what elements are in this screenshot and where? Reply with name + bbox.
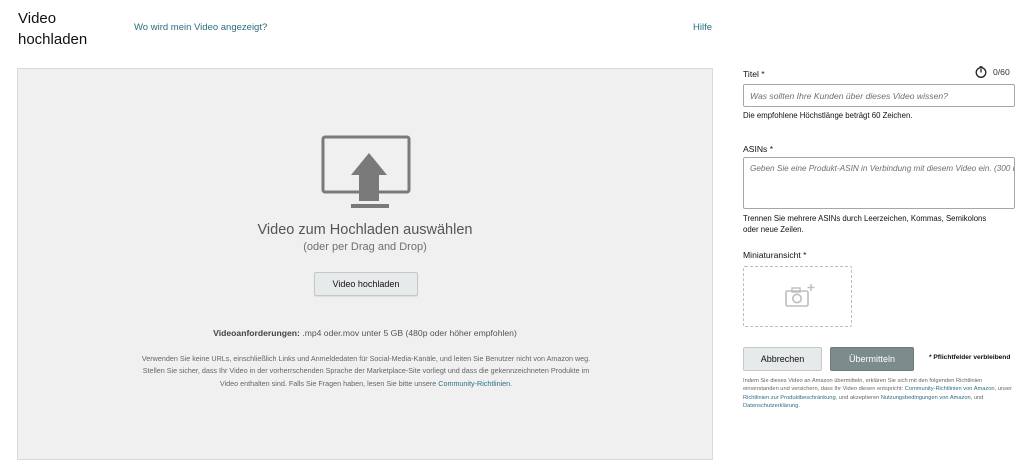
asins-input[interactable] [743, 157, 1015, 209]
where-displayed-link[interactable]: Wo wird mein Video angezeigt? [134, 22, 267, 33]
title-input[interactable] [743, 84, 1015, 107]
thumbnail-upload[interactable] [743, 266, 852, 327]
asins-hint-line-2: oder neue Zeilen. [743, 225, 804, 234]
legal-text-3: , und akzeptieren [835, 394, 880, 401]
asins-hint: Trennen Sie mehrere ASINs durch Leerzeic… [743, 213, 986, 235]
legal-text-4: , und [970, 394, 984, 401]
privacy-notice-link[interactable]: Datenschutzerklärung [743, 403, 798, 409]
requirements-text: .mp4 oder.mov unter 5 GB (480p oder höhe… [302, 328, 517, 338]
product-restrictions-link[interactable]: Richtlinien zur Produktbeschränkung [743, 395, 836, 401]
asins-hint-line-1: Trennen Sie mehrere ASINs durch Leerzeic… [743, 214, 987, 223]
dropzone-subtitle: (oder per Drag and Drop) [303, 241, 427, 253]
community-guidelines-amazon-link[interactable]: Community-Richtlinien von Amazon [905, 386, 995, 392]
legal-text-5: . [798, 403, 800, 410]
policy-line-2: Stellen Sie sicher, dass Ihr Video in de… [142, 366, 590, 376]
terms-of-use-link[interactable]: Nutzungsbedingungen von Amazon [881, 395, 971, 401]
community-guidelines-link[interactable]: Community-Richtlinien [438, 379, 510, 388]
page-title: Video hochladen [18, 10, 88, 48]
required-fields-note: * Pflichtfelder verbleibend [929, 354, 1011, 361]
title-label: Titel * [743, 69, 765, 79]
legal-text-2: , unser [994, 386, 1012, 393]
submit-button[interactable]: Übermitteln [830, 347, 914, 371]
monitor-upload-icon [321, 135, 411, 208]
timer-icon [975, 66, 987, 78]
upload-policy-text: Verwenden Sie keine URLs, einschließlich… [98, 353, 634, 390]
camera-add-icon [785, 284, 815, 307]
title-counter-value: 0/60 [993, 67, 1010, 77]
video-requirements: Videoanforderungen: .mp4 oder.mov unter … [18, 328, 712, 338]
policy-end: . [510, 378, 513, 388]
title-hint: Die empfohlene Höchstlänge beträgt 60 Ze… [743, 111, 913, 120]
upload-video-button[interactable]: Video hochladen [314, 272, 418, 296]
policy-line-3: Video enthalten sind. Falls Sie Fragen h… [219, 378, 437, 388]
help-link[interactable]: Hilfe [693, 22, 712, 33]
legal-text: Indem Sie dieses Video an Amazon übermit… [743, 377, 1019, 411]
asins-label: ASINs * [743, 144, 774, 154]
dropzone-title: Video zum Hochladen auswählen [257, 222, 473, 238]
policy-line-1: Verwenden Sie keine URLs, einschließlich… [141, 354, 591, 363]
thumbnail-label: Miniaturansicht * [743, 250, 807, 260]
cancel-button[interactable]: Abbrechen [743, 347, 822, 371]
title-counter: 0/60 [975, 66, 1010, 78]
requirements-label: Videoanforderungen: [213, 328, 300, 338]
video-dropzone[interactable]: Video zum Hochladen auswählen (oder per … [17, 68, 713, 460]
